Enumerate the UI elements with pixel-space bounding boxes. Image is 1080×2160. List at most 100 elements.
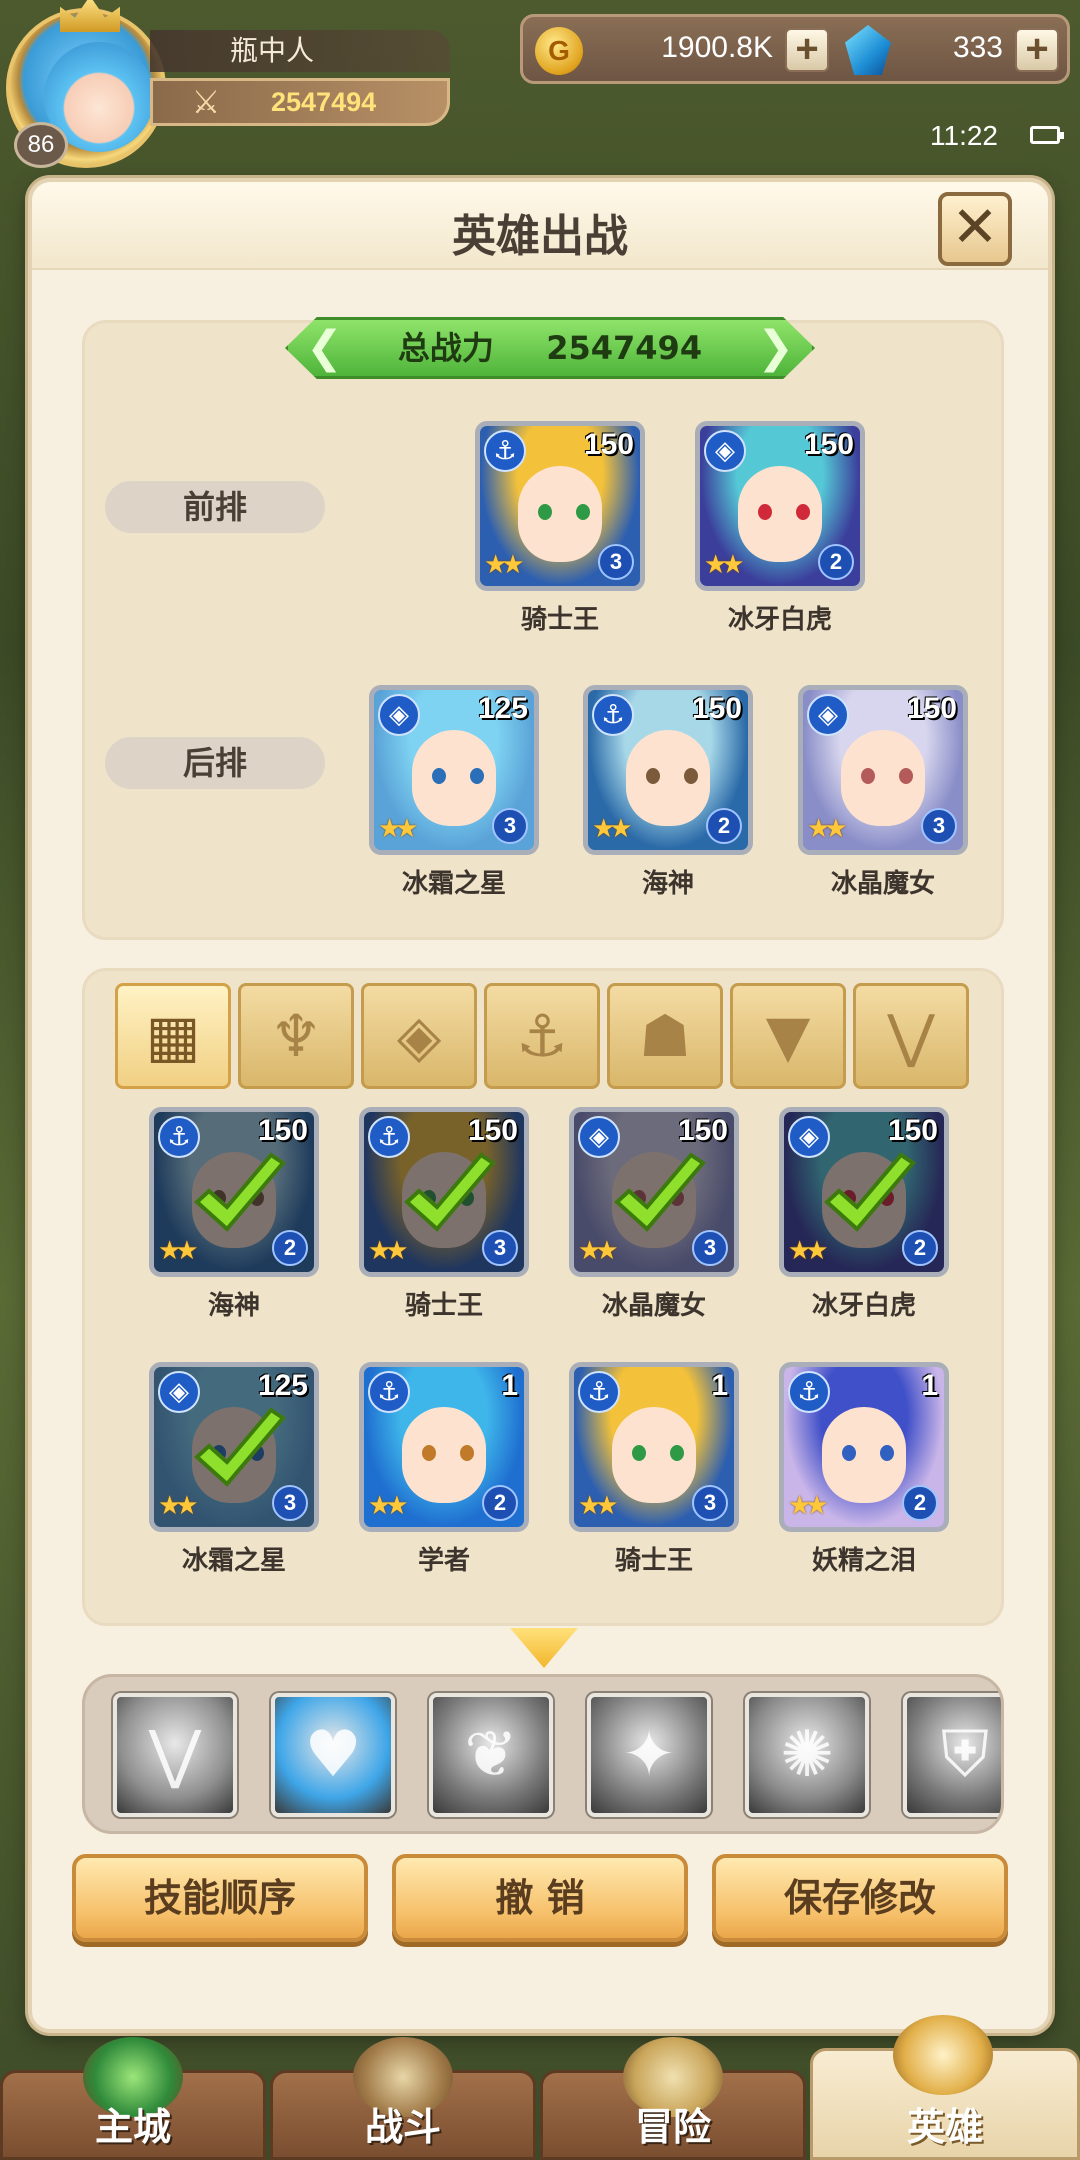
hero-portrait: ◈ 150 ★★ 2: [779, 1107, 949, 1277]
hero-card[interactable]: ⚓ 1 ★★ 2 学者: [359, 1362, 529, 1577]
star-rank-badge: 3: [272, 1485, 308, 1521]
filter-class-4-tab[interactable]: ☗: [607, 983, 723, 1089]
hero-level: 125: [477, 692, 528, 725]
panel-header: 英雄出战 ✕: [32, 182, 1048, 270]
hero-level: 1: [711, 1369, 728, 1402]
skill-v-emblem-slot[interactable]: ⋁: [113, 1693, 237, 1817]
battery-icon: [1030, 126, 1064, 144]
hero-name: 骑士王: [614, 1546, 693, 1576]
rarity-stars-icon: ★★: [158, 1236, 199, 1266]
anchor-icon: ⚓: [158, 1116, 200, 1158]
crossed-swords-icon: ⚔: [191, 83, 221, 121]
checkmark-shape: [404, 1152, 496, 1232]
hero-eye: [758, 504, 772, 520]
hero-portrait: ⚓ 150 ★★ 3: [475, 421, 645, 591]
checkmark-shape: [194, 1152, 286, 1232]
diamond-icon: [845, 25, 891, 75]
hero-eye: [670, 1445, 684, 1461]
filter-class-4-icon: ☗: [639, 1002, 691, 1070]
hero-level: 150: [677, 1114, 728, 1147]
hero-card[interactable]: ◈ 150 ★★ 2 冰牙白虎: [695, 421, 865, 636]
anchor-icon: ⚓: [368, 1371, 410, 1413]
total-power-label: 总战力: [397, 329, 494, 367]
anchor-icon: ⚓: [368, 1116, 410, 1158]
filter-class-3-tab[interactable]: ⚓: [484, 983, 600, 1089]
star-rank-badge: 2: [818, 544, 854, 580]
hero-card[interactable]: ◈ 125 ★★ 3 冰霜之星: [369, 685, 539, 900]
filter-class-6-tab[interactable]: ⋁: [853, 983, 969, 1089]
star-rank-badge: 3: [482, 1230, 518, 1266]
rarity-stars-icon: ★★: [807, 814, 848, 844]
filter-class-2-tab[interactable]: ◈: [361, 983, 477, 1089]
filter-class-5-icon: ▼: [765, 1002, 811, 1070]
hero-eye: [470, 768, 484, 784]
gold-coin-icon: G: [535, 27, 583, 75]
filter-all-tab[interactable]: ▦: [115, 983, 231, 1089]
rarity-stars-icon: ★★: [788, 1236, 829, 1266]
shield-icon: ◈: [578, 1116, 620, 1158]
rarity-stars-icon: ★★: [788, 1491, 829, 1521]
rarity-stars-icon: ★★: [368, 1236, 409, 1266]
close-button[interactable]: ✕: [938, 192, 1012, 266]
hero-card[interactable]: ◈ 125 ★★ 3 冰霜之星: [149, 1362, 319, 1577]
skill-vortex-slot[interactable]: ✺: [745, 1693, 869, 1817]
checkmark-icon: [194, 1407, 286, 1487]
shield-icon: ◈: [788, 1116, 830, 1158]
hero-card[interactable]: ◈ 150 ★★ 2 冰牙白虎: [779, 1107, 949, 1322]
skill-ice-heart-slot[interactable]: ♥: [271, 1693, 395, 1817]
hero-eye: [684, 768, 698, 784]
hero-eye: [538, 504, 552, 520]
hero-card[interactable]: ◈ 150 ★★ 3 冰晶魔女: [569, 1107, 739, 1322]
shield-icon: ◈: [378, 694, 420, 736]
star-rank-badge: 3: [692, 1485, 728, 1521]
hero-level: 150: [257, 1114, 308, 1147]
hero-name: 骑士王: [520, 605, 599, 635]
skill-shield-icon: ⛨: [941, 1718, 989, 1792]
gem-amount: 333: [952, 31, 1003, 64]
rarity-stars-icon: ★★: [578, 1236, 619, 1266]
filter-class-5-tab[interactable]: ▼: [730, 983, 846, 1089]
back-row-label: 后排: [105, 737, 325, 789]
filter-class-1-tab[interactable]: ♆: [238, 983, 354, 1089]
undo-button[interactable]: 撤 销: [392, 1854, 688, 1942]
hero-card[interactable]: ⚓ 150 ★★ 2 海神: [149, 1107, 319, 1322]
hero-eye: [460, 1445, 474, 1461]
add-gold-button[interactable]: +: [785, 28, 829, 72]
nav-tab-heroes[interactable]: 英雄: [810, 2015, 1080, 2160]
hero-eye: [576, 504, 590, 520]
skill-shield-slot[interactable]: ⛨: [903, 1693, 1001, 1817]
hero-level: 150: [803, 428, 854, 461]
total-power-value: 2547494: [546, 329, 703, 367]
hero-name: 学者: [417, 1546, 470, 1576]
skill-order-button[interactable]: 技能顺序: [72, 1854, 368, 1942]
skill-winged-blade-slot[interactable]: ✦: [587, 1693, 711, 1817]
add-gems-button[interactable]: +: [1015, 28, 1059, 72]
hero-portrait: ◈ 150 ★★ 3: [569, 1107, 739, 1277]
skill-flame-antler-slot[interactable]: ❦: [429, 1693, 553, 1817]
hero-card[interactable]: ◈ 150 ★★ 3 冰晶魔女: [798, 685, 968, 900]
hero-eye: [432, 768, 446, 784]
shield-icon: ◈: [807, 694, 849, 736]
nav-tab-battle[interactable]: 战斗: [270, 2037, 536, 2160]
checkmark-icon: [614, 1152, 706, 1232]
hero-portrait: ⚓ 1 ★★ 3: [569, 1362, 739, 1532]
rarity-stars-icon: ★★: [378, 814, 419, 844]
checkmark-shape: [614, 1152, 706, 1232]
hero-card[interactable]: ⚓ 1 ★★ 2 妖精之泪: [779, 1362, 949, 1577]
nav-tab-adventure[interactable]: 冒险: [540, 2037, 806, 2160]
chevron-right-icon: ❯: [757, 322, 794, 373]
front-row-label: 前排: [105, 481, 325, 533]
hero-level: 1: [501, 1369, 518, 1402]
hero-level: 150: [906, 692, 957, 725]
player-profile[interactable]: 86 瓶中人 2547494 ⚔: [0, 0, 460, 170]
hero-card[interactable]: ⚓ 150 ★★ 3 骑士王: [475, 421, 645, 636]
expand-arrow-icon[interactable]: [510, 1628, 578, 1668]
hero-name: 骑士王: [404, 1291, 483, 1321]
save-changes-button[interactable]: 保存修改: [712, 1854, 1008, 1942]
hero-card[interactable]: ⚓ 150 ★★ 3 骑士王: [359, 1107, 529, 1322]
skill-bar[interactable]: ⋁ ♥ ❦ ✦ ✺ ⛨: [82, 1674, 1004, 1834]
hero-eye: [422, 1445, 436, 1461]
nav-tab-main-city[interactable]: 主城: [0, 2037, 266, 2160]
hero-card[interactable]: ⚓ 1 ★★ 3 骑士王: [569, 1362, 739, 1577]
hero-card[interactable]: ⚓ 150 ★★ 2 海神: [583, 685, 753, 900]
